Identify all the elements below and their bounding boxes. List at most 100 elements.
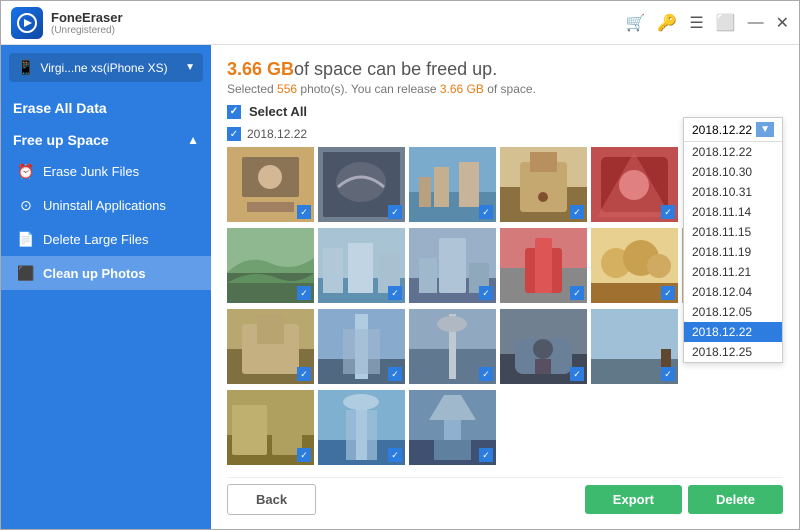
photo-check[interactable]: ✓ <box>661 367 675 381</box>
title-bar-right: 🛒 🔑 ☰ ⬜ — ✕ <box>625 13 789 33</box>
photo-grid-row4: ✓ ✓ <box>227 390 783 465</box>
photo-thumb[interactable]: ✓ <box>318 147 405 222</box>
photo-thumb[interactable]: ✓ <box>227 390 314 465</box>
photo-check[interactable]: ✓ <box>479 367 493 381</box>
sidebar: 📱 Virgi...ne xs(iPhone XS) ▼ Erase All D… <box>1 45 211 529</box>
selected-date-label: 2018.12.22 <box>692 123 752 137</box>
date-dropdown-container: 2018.12.22 ▼ 2018.12.22 2018.10.30 2018.… <box>683 117 783 363</box>
erase-junk-icon: ⏰ <box>17 162 35 180</box>
date-option-0[interactable]: 2018.12.22 <box>684 142 782 162</box>
select-all-label: Select All <box>249 104 307 119</box>
photo-thumb[interactable]: ✓ <box>409 147 496 222</box>
sidebar-item-erase-junk[interactable]: ⏰ Erase Junk Files <box>1 154 211 188</box>
date-option-9[interactable]: 2018.12.22 <box>684 322 782 342</box>
sub-text2: photo(s). You can release <box>297 82 440 96</box>
sidebar-item-label: Delete Large Files <box>43 232 149 247</box>
photo-check[interactable]: ✓ <box>297 367 311 381</box>
device-name: Virgi...ne xs(iPhone XS) <box>40 61 179 75</box>
sidebar-item-label: Uninstall Applications <box>43 198 166 213</box>
minimize-icon[interactable]: — <box>748 14 764 32</box>
photo-check[interactable]: ✓ <box>479 205 493 219</box>
photo-thumb[interactable]: ✓ <box>500 228 587 303</box>
key-icon[interactable]: 🔑 <box>657 13 677 33</box>
close-icon[interactable]: ✕ <box>776 13 789 33</box>
menu-icon[interactable]: ☰ <box>689 13 703 33</box>
space-header: 3.66 GBof space can be freed up. Selecte… <box>227 59 783 96</box>
photo-thumb[interactable]: ✓ <box>409 228 496 303</box>
sidebar-item-clean-photos[interactable]: ⬛ Clean up Photos <box>1 256 211 290</box>
photo-check[interactable]: ✓ <box>479 448 493 462</box>
photo-check[interactable]: ✓ <box>388 448 402 462</box>
date-option-8[interactable]: 2018.12.05 <box>684 302 782 322</box>
photo-check[interactable]: ✓ <box>570 367 584 381</box>
photo-thumb[interactable]: ✓ <box>227 228 314 303</box>
clean-photos-icon: ⬛ <box>17 264 35 282</box>
photo-thumb[interactable]: ✓ <box>409 390 496 465</box>
date-option-6[interactable]: 2018.11.21 <box>684 262 782 282</box>
sidebar-item-label: Clean up Photos <box>43 266 146 281</box>
device-selector[interactable]: 📱 Virgi...ne xs(iPhone XS) ▼ <box>9 53 203 82</box>
photo-thumb[interactable]: ✓ <box>227 147 314 222</box>
photo-thumb[interactable]: ✓ <box>591 228 678 303</box>
photo-check[interactable]: ✓ <box>388 367 402 381</box>
photo-check[interactable]: ✓ <box>297 205 311 219</box>
title-bar-left: FoneEraser (Unregistered) <box>11 7 123 39</box>
photo-thumb[interactable]: ✓ <box>591 309 678 384</box>
date-dropdown-header[interactable]: 2018.12.22 ▼ <box>684 118 782 142</box>
main-layout: 📱 Virgi...ne xs(iPhone XS) ▼ Erase All D… <box>1 45 799 529</box>
photo-thumb[interactable]: ✓ <box>227 309 314 384</box>
date-option-3[interactable]: 2018.11.14 <box>684 202 782 222</box>
photo-check[interactable]: ✓ <box>661 205 675 219</box>
space-amount: 3.66 GB <box>227 59 294 79</box>
app-logo <box>11 7 43 39</box>
photo-check[interactable]: ✓ <box>388 286 402 300</box>
delete-large-icon: 📄 <box>17 230 35 248</box>
sidebar-item-delete-large[interactable]: 📄 Delete Large Files <box>1 222 211 256</box>
date-option-2[interactable]: 2018.10.31 <box>684 182 782 202</box>
date-group-checkbox[interactable]: ✓ <box>227 127 241 141</box>
back-button[interactable]: Back <box>227 484 316 515</box>
export-button[interactable]: Export <box>585 485 682 514</box>
sidebar-item-uninstall-apps[interactable]: ⊙ Uninstall Applications <box>1 188 211 222</box>
photo-check[interactable]: ✓ <box>661 286 675 300</box>
date-option-10[interactable]: 2018.12.25 <box>684 342 782 362</box>
space-release: 3.66 GB <box>440 82 484 96</box>
photo-check[interactable]: ✓ <box>570 205 584 219</box>
selected-count: 556 <box>277 82 297 96</box>
date-dropdown[interactable]: 2018.12.22 ▼ 2018.12.22 2018.10.30 2018.… <box>683 117 783 363</box>
erase-all-data-label[interactable]: Erase All Data <box>1 90 211 122</box>
photo-thumb[interactable]: ✓ <box>500 147 587 222</box>
photo-thumb[interactable]: ✓ <box>318 228 405 303</box>
uninstall-apps-icon: ⊙ <box>17 196 35 214</box>
date-group-text: 2018.12.22 <box>247 127 307 141</box>
app-name-block: FoneEraser (Unregistered) <box>51 10 123 36</box>
select-all-checkbox[interactable]: ✓ <box>227 105 241 119</box>
date-option-1[interactable]: 2018.10.30 <box>684 162 782 182</box>
sidebar-item-label: Erase Junk Files <box>43 164 139 179</box>
footer-right: Export Delete <box>585 485 783 514</box>
photo-thumb[interactable]: ✓ <box>500 309 587 384</box>
free-up-space-header[interactable]: Free up Space ▲ <box>1 122 211 154</box>
photo-check[interactable]: ✓ <box>570 286 584 300</box>
photo-check[interactable]: ✓ <box>479 286 493 300</box>
app-name: FoneEraser <box>51 10 123 25</box>
date-option-4[interactable]: 2018.11.15 <box>684 222 782 242</box>
photo-thumb[interactable]: ✓ <box>591 147 678 222</box>
photo-thumb[interactable]: ✓ <box>409 309 496 384</box>
footer: Back Export Delete <box>227 477 783 515</box>
photo-check[interactable]: ✓ <box>297 286 311 300</box>
delete-button[interactable]: Delete <box>688 485 783 514</box>
window-icon[interactable]: ⬜ <box>716 13 736 33</box>
cart-icon[interactable]: 🛒 <box>625 13 645 33</box>
sub-text1: Selected <box>227 82 277 96</box>
space-sub: Selected 556 photo(s). You can release 3… <box>227 82 783 96</box>
device-arrow-icon: ▼ <box>185 62 195 73</box>
date-option-7[interactable]: 2018.12.04 <box>684 282 782 302</box>
photo-thumb[interactable]: ✓ <box>318 390 405 465</box>
photo-check[interactable]: ✓ <box>297 448 311 462</box>
photo-thumb[interactable]: ✓ <box>318 309 405 384</box>
collapse-arrow-icon: ▲ <box>187 133 199 147</box>
photo-check[interactable]: ✓ <box>388 205 402 219</box>
date-option-5[interactable]: 2018.11.19 <box>684 242 782 262</box>
space-title-text: of space can be freed up. <box>294 59 497 79</box>
